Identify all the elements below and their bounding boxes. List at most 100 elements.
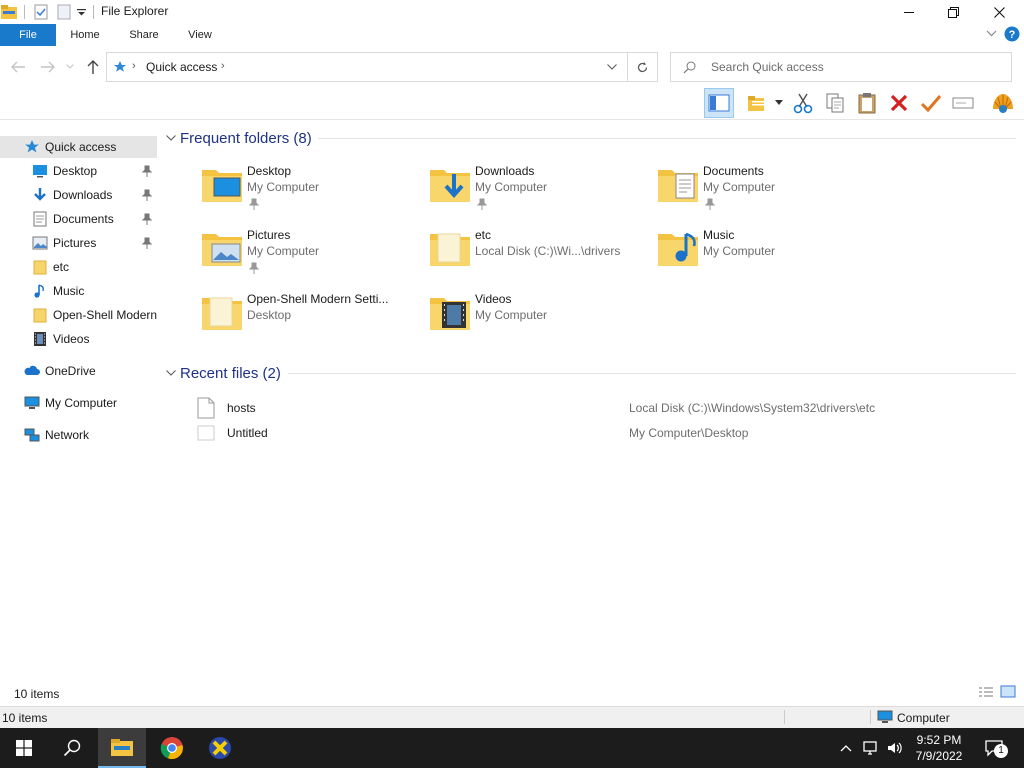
breadcrumb-separator: ›: [132, 60, 136, 72]
nav-label: OneDrive: [45, 364, 96, 378]
properties-icon[interactable]: [33, 4, 49, 20]
nav-item-music[interactable]: Music: [0, 280, 157, 302]
copy-button[interactable]: [820, 88, 850, 118]
qat-customize-icon[interactable]: [77, 9, 86, 16]
folder-icon: [430, 233, 470, 266]
nav-quick-access[interactable]: Quick access: [0, 136, 157, 158]
properties-button[interactable]: [916, 88, 946, 118]
chevron-up-icon: [840, 744, 852, 751]
start-button[interactable]: [0, 728, 48, 768]
nav-label: Videos: [53, 332, 90, 346]
folder-tile[interactable]: Documents My Computer: [656, 162, 876, 220]
network-tray-button[interactable]: [860, 728, 882, 768]
search-placeholder: Search Quick access: [711, 60, 824, 74]
details-view-icon[interactable]: [978, 686, 994, 700]
new-folder-dropdown-icon[interactable]: [775, 100, 783, 105]
delete-button[interactable]: [884, 88, 914, 118]
picture-icon: [32, 236, 48, 250]
taskbar-file-explorer[interactable]: [98, 728, 146, 768]
network-icon: [863, 741, 877, 755]
rename-button[interactable]: [948, 88, 978, 118]
nav-network[interactable]: Network: [0, 424, 157, 446]
file-name: Untitled: [227, 426, 268, 440]
tab-share[interactable]: Share: [122, 24, 166, 46]
nav-item-desktop[interactable]: Desktop: [0, 160, 157, 182]
explorer-app-icon[interactable]: [0, 3, 18, 21]
folder-tile[interactable]: etc Local Disk (C:)\Wi...\drivers: [428, 226, 648, 284]
group-title: Frequent folders (8): [180, 129, 312, 147]
nav-item-documents[interactable]: Documents: [0, 208, 157, 230]
windows-logo-icon: [16, 740, 32, 756]
frequent-folders-header[interactable]: Frequent folders (8): [166, 128, 1016, 148]
nav-item-etc[interactable]: etc: [0, 256, 157, 278]
pin-icon: [477, 198, 487, 210]
folder-tile[interactable]: Desktop My Computer: [200, 162, 420, 220]
back-arrow-icon[interactable]: [10, 60, 26, 74]
show-hidden-icons-button[interactable]: [836, 728, 856, 768]
taskbar-chrome[interactable]: [148, 728, 196, 768]
navigation-bar: › Quick access › Search Quick access: [0, 50, 1024, 84]
breadcrumb-location[interactable]: Quick access: [146, 60, 217, 74]
recent-file-row[interactable]: hosts Local Disk (C:)\Windows\System32\d…: [195, 397, 1015, 419]
large-icons-view-icon[interactable]: [1000, 685, 1016, 699]
folder-tile[interactable]: Downloads My Computer: [428, 162, 648, 220]
pin-icon: [705, 198, 715, 210]
ribbon-tabs: File Home Share View ?: [0, 24, 1024, 46]
preview-pane-button[interactable]: [704, 88, 734, 118]
new-folder-button[interactable]: [742, 88, 772, 118]
forward-arrow-icon[interactable]: [40, 60, 56, 74]
folder-icon: [33, 308, 47, 323]
paste-button[interactable]: [852, 88, 882, 118]
nav-item-pictures[interactable]: Pictures: [0, 232, 157, 254]
nav-label: My Computer: [45, 396, 118, 410]
minimize-button[interactable]: [886, 0, 932, 24]
checkmark-icon: [920, 95, 942, 113]
clipboard-icon: [858, 93, 876, 114]
folder-name: Documents: [703, 164, 764, 178]
clock[interactable]: 9:52 PM 7/9/2022: [910, 728, 968, 768]
nav-item-videos[interactable]: Videos: [0, 328, 157, 350]
folder-name: etc: [475, 228, 492, 242]
nav-my-computer[interactable]: My Computer: [0, 392, 157, 414]
help-icon[interactable]: ?: [1004, 26, 1020, 42]
speaker-icon: [888, 742, 902, 754]
folder-tile[interactable]: Videos My Computer: [428, 290, 648, 348]
tab-view[interactable]: View: [180, 24, 220, 46]
address-bar[interactable]: › Quick access ›: [106, 52, 628, 82]
search-box[interactable]: Search Quick access: [670, 52, 1012, 82]
tab-file[interactable]: File: [0, 24, 56, 46]
recent-files-header[interactable]: Recent files (2): [166, 363, 1016, 383]
nav-item-downloads[interactable]: Downloads: [0, 184, 157, 206]
item-count-secondary: 10 items: [2, 711, 48, 725]
nav-label: Music: [53, 284, 85, 298]
close-button[interactable]: [976, 0, 1022, 24]
folder-tile[interactable]: Open-Shell Modern Setti... Desktop: [200, 290, 420, 348]
documents-folder-icon: [658, 170, 698, 202]
tab-home[interactable]: Home: [62, 24, 108, 46]
recent-locations-icon[interactable]: [66, 64, 74, 69]
quick-access-star-icon: [113, 60, 127, 74]
refresh-button[interactable]: [628, 52, 658, 82]
recent-file-row[interactable]: Untitled My Computer\Desktop: [195, 422, 1015, 444]
folder-tile[interactable]: Pictures My Computer: [200, 226, 420, 284]
nav-item-open-shell[interactable]: Open-Shell Modern: [0, 304, 157, 326]
nav-onedrive[interactable]: OneDrive: [0, 360, 157, 382]
folder-location: Local Disk (C:)\Wi...\drivers: [475, 244, 621, 258]
up-arrow-icon[interactable]: [86, 59, 100, 75]
notification-center-button[interactable]: 1: [980, 728, 1008, 768]
folder-location: My Computer: [247, 180, 320, 194]
cut-button[interactable]: [788, 88, 818, 118]
new-folder-icon[interactable]: [56, 4, 72, 20]
search-icon: [63, 739, 81, 757]
open-shell-settings-button[interactable]: [988, 88, 1018, 118]
folder-tile[interactable]: Music My Computer: [656, 226, 876, 284]
restore-button[interactable]: [930, 0, 976, 24]
address-dropdown-icon[interactable]: [607, 64, 617, 70]
folder-location: My Computer: [703, 180, 776, 194]
taskbar-xming[interactable]: [196, 728, 244, 768]
breadcrumb-chevron-icon[interactable]: ›: [221, 60, 225, 72]
volume-tray-button[interactable]: [884, 728, 906, 768]
taskbar-search-button[interactable]: [48, 728, 96, 768]
expand-ribbon-icon[interactable]: [986, 30, 997, 37]
notification-badge: 1: [994, 744, 1008, 758]
